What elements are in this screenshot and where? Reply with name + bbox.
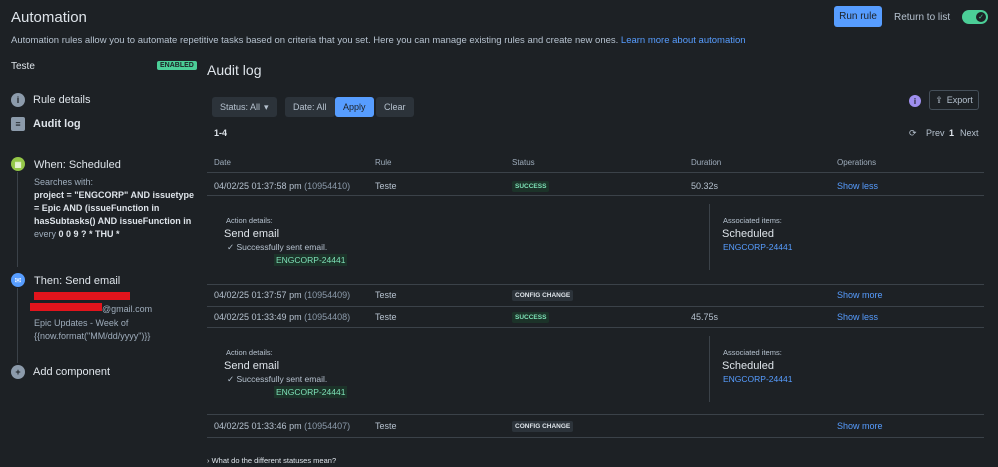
table-row-rule: Teste [375,290,397,300]
learn-more-link[interactable]: Learn more about automation [621,35,746,46]
sidebar-item-rule-details[interactable]: i Rule details [11,92,90,108]
rule-name: Teste [11,61,35,72]
plus-icon: + [11,365,25,379]
table-row-duration: 45.75s [691,312,719,322]
show-more-link[interactable]: Show more [837,290,883,300]
show-less-link[interactable]: Show less [837,312,878,322]
divider [709,336,710,402]
sidebar-item-audit-log[interactable]: ≡ Audit log [11,116,81,132]
check-icon: ✓ [227,374,235,384]
current-page: 1 [949,128,955,138]
show-more-link[interactable]: Show more [837,421,883,431]
status-badge: CONFIG CHANGE [512,290,574,301]
redacted-recipient [34,292,130,300]
refresh-icon[interactable]: ⟳ [909,128,917,139]
divider [207,284,984,285]
info-icon: i [11,93,25,107]
status-badge: CONFIG CHANGE [512,421,574,432]
email-subject: Epic Updates - Week of {{now.format("MM/… [34,318,151,341]
divider [207,306,984,307]
action-result: ✓ Successfully sent email. [227,242,328,252]
table-row-rule: Teste [375,312,397,322]
run-rule-button[interactable]: Run rule [834,6,882,27]
show-less-link[interactable]: Show less [837,181,878,191]
chevron-down-icon: ▾ [264,101,269,112]
add-component-button[interactable]: + Add component [11,364,110,380]
chevron-right-icon: › [207,456,210,465]
status-badge: ENABLED [157,61,197,70]
check-icon: ✓ [227,242,235,252]
issue-key[interactable]: ENGCORP-24441 [274,254,348,266]
column-header-operations: Operations [837,158,877,167]
action-name: Send email [224,360,280,372]
column-header-date: Date [214,158,231,167]
table-row-duration: 50.32s [691,181,719,191]
email-suffix: @gmail.com [102,304,153,314]
rule-enabled-toggle[interactable]: ✓ [962,10,988,24]
associated-issue-link[interactable]: ENGCORP-24441 [723,242,792,252]
divider [709,204,710,270]
next-page-link[interactable]: Next [960,128,979,138]
associated-items-label: Associated items: [723,216,782,225]
audit-log-title: Audit log [207,62,262,78]
export-button[interactable]: ⇪ Export [929,90,979,110]
divider [207,437,984,438]
table-row-date: 04/02/25 01:37:57 pm (10954409) [214,290,351,300]
redacted-recipient [30,303,102,311]
check-icon: ✓ [976,12,986,22]
table-row-date: 04/02/25 01:33:49 pm (10954408) [214,312,351,322]
column-header-duration: Duration [691,158,722,167]
table-row-date: 04/02/25 01:33:46 pm (10954407) [214,421,351,431]
export-icon: ⇪ [935,94,943,105]
issue-key[interactable]: ENGCORP-24441 [274,386,348,398]
flow-connector [17,172,18,267]
action-result: ✓ Successfully sent email. [227,374,328,384]
trigger-title[interactable]: When: Scheduled [34,159,121,171]
action-name: Send email [224,228,280,240]
page-description: Automation rules allow you to automate r… [11,35,746,46]
action-details-label: Action details: [226,348,273,357]
status-help-toggle[interactable]: › What do the different statuses mean? [207,456,336,465]
action-title[interactable]: Then: Send email [34,275,120,287]
associated-issue-link[interactable]: ENGCORP-24441 [723,374,792,384]
associated-items-label: Associated items: [723,348,782,357]
status-badge: SUCCESS [512,181,550,192]
associated-item: Scheduled [722,228,774,240]
prev-page-link[interactable]: Prev [926,128,945,138]
column-header-status: Status [512,158,535,167]
column-header-rule: Rule [375,158,392,167]
status-filter[interactable]: Status: All ▾ [212,97,277,117]
divider [207,195,984,196]
table-row-date: 04/02/25 01:37:58 pm (10954410) [214,181,351,191]
return-to-list-link[interactable]: Return to list [894,12,950,23]
action-details-label: Action details: [226,216,273,225]
status-badge: SUCCESS [512,312,550,323]
associated-item: Scheduled [722,360,774,372]
divider [207,414,984,415]
table-row-rule: Teste [375,181,397,191]
result-range: 1-4 [214,128,228,138]
clear-button[interactable]: Clear [376,97,414,117]
flow-connector [17,288,18,363]
table-row-rule: Teste [375,421,397,431]
list-icon: ≡ [11,117,25,131]
trigger-details: Searches with: project = "ENGCORP" AND i… [34,177,194,239]
date-filter[interactable]: Date: All [285,97,335,117]
apply-button[interactable]: Apply [335,97,374,117]
divider [207,327,984,328]
page-title: Automation [11,9,87,26]
calendar-icon: ▦ [11,157,25,171]
info-icon[interactable]: i [909,95,921,107]
divider [207,172,984,173]
mail-icon: ✉ [11,273,25,287]
